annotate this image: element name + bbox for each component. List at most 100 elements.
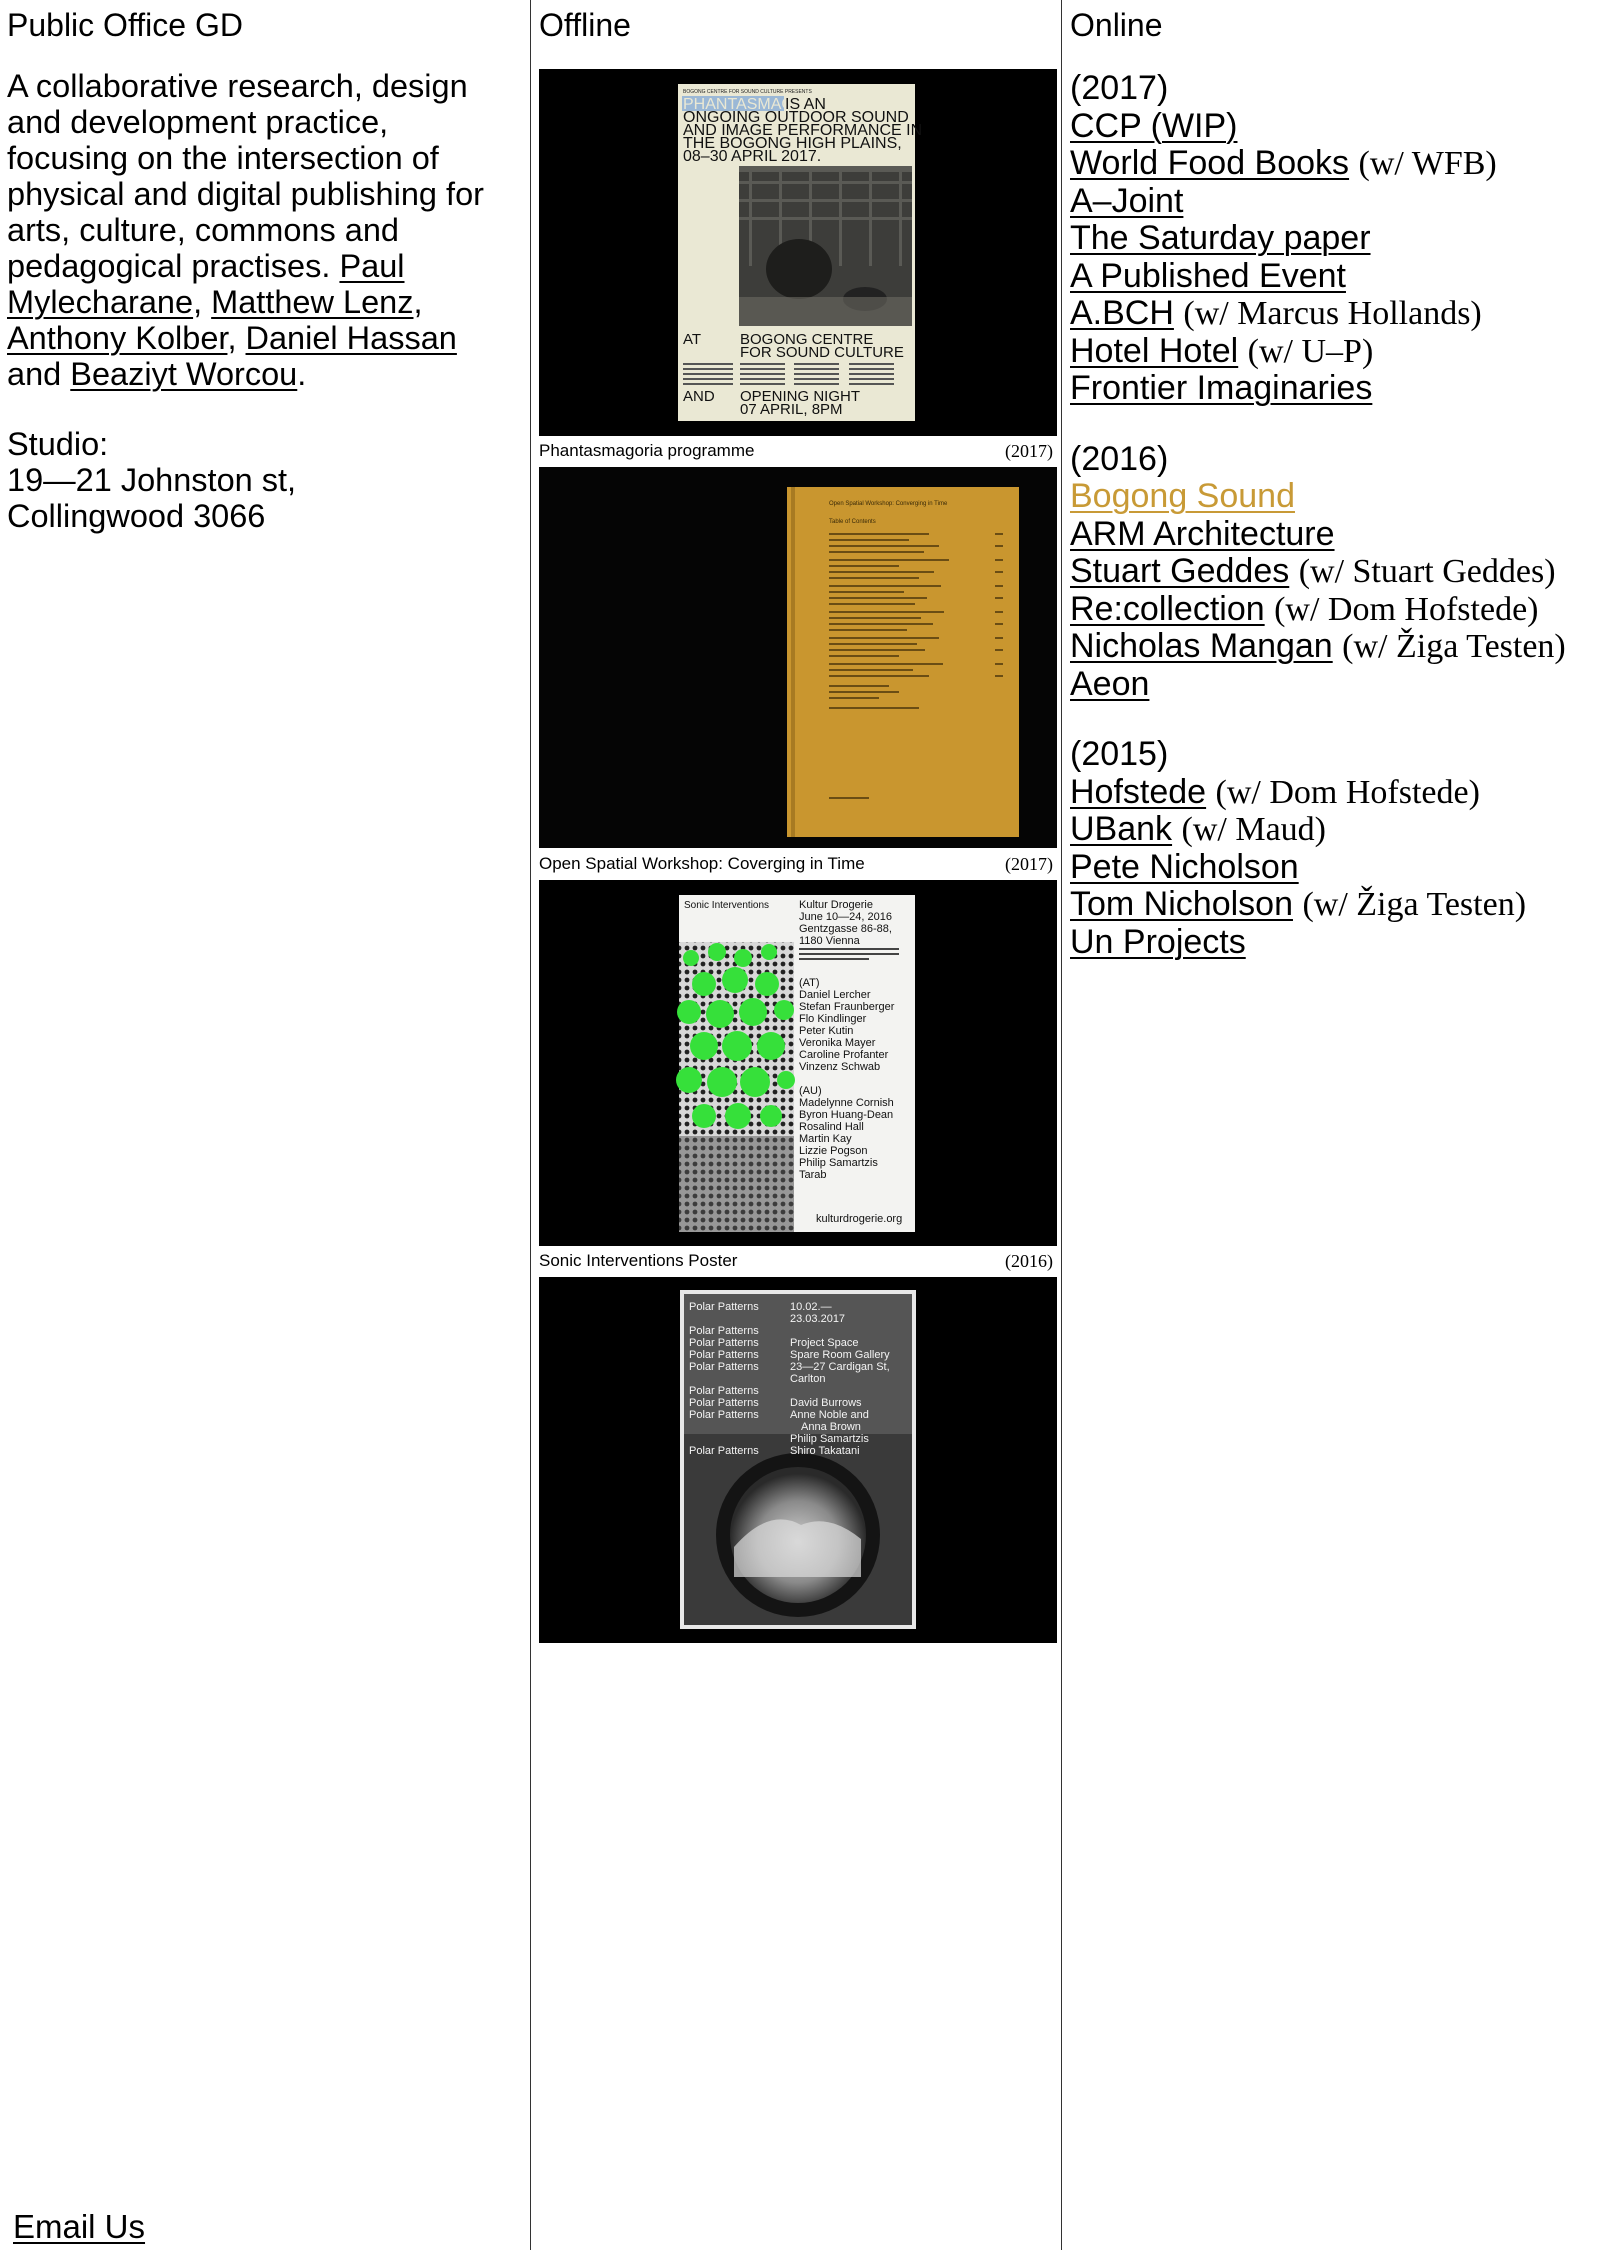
polar-title-1: Polar Patterns (689, 1301, 759, 1313)
book-toc: Table of Contents (829, 519, 876, 525)
period: . (297, 356, 307, 392)
list-item: World Food Books (w/ WFB) (1070, 144, 1600, 183)
list-item: Hotel Hotel (w/ U–P) (1070, 332, 1600, 371)
caption-title: Open Spatial Workshop: Coverging in Time (539, 854, 865, 873)
poster1-venue2: FOR SOUND CULTURE (740, 344, 904, 361)
project-link[interactable]: Stuart Geddes (1070, 552, 1289, 590)
sonic-venue: Kultur Drogerie (799, 899, 873, 911)
studio-suburb: Collingwood 3066 (7, 498, 266, 534)
project-link[interactable]: Re:collection (1070, 590, 1265, 628)
sonic-at-5: Caroline Profanter (799, 1049, 889, 1061)
collaborator-note: (w/ Dom Hofstede) (1274, 590, 1539, 628)
collaborator-note: (w/ Marcus Hollands) (1183, 295, 1482, 332)
collaborator-note: (w/ Dom Hofstede) (1215, 773, 1480, 811)
list-item: ARM Architecture (1070, 515, 1600, 554)
list-item: Nicholas Mangan (w/ Žiga Testen) (1070, 627, 1600, 666)
project-caption-phantasmagoria[interactable]: Phantasmagoria programme (2017) (539, 441, 1053, 461)
list-item: UBank (w/ Maud) (1070, 810, 1600, 849)
project-image-sonic-interventions[interactable]: Sonic Interventions Kultur Drogerie June… (539, 880, 1057, 1246)
person-link-daniel[interactable]: Daniel Hassan (246, 320, 457, 356)
and-word: and (7, 356, 62, 392)
online-column: Online (2017) CCP (WIP) World Food Books… (1061, 0, 1600, 2250)
poster1-small-top: BOGONG CENTRE FOR SOUND CULTURE PRESENTS (683, 89, 812, 95)
project-link[interactable]: Aeon (1070, 665, 1149, 703)
polar-patterns-poster: Polar Patterns Polar Patterns Polar Patt… (539, 1277, 1057, 1643)
polar-date1: 10.02.— (790, 1301, 832, 1313)
project-image-open-spatial[interactable]: Open Spatial Workshop: Converging in Tim… (539, 467, 1057, 848)
project-link[interactable]: A–Joint (1070, 182, 1183, 220)
list-item: Tom Nicholson (w/ Žiga Testen) (1070, 885, 1600, 924)
left-column: Public Office GD A collaborative researc… (0, 0, 530, 2250)
year-heading: (2015) (1070, 735, 1169, 773)
project-link[interactable]: World Food Books (1070, 144, 1349, 182)
sonic-au-0: Madelynne Cornish (799, 1097, 894, 1109)
poster1-at: AT (683, 331, 701, 348)
sonic-au-5: Philip Samartzis (799, 1157, 878, 1169)
collaborator-note: (w/ U–P) (1247, 332, 1374, 370)
site-title[interactable]: Public Office GD (7, 6, 243, 44)
offline-heading: Offline (539, 7, 631, 43)
project-link[interactable]: Hotel Hotel (1070, 332, 1238, 370)
sonic-left-title: Sonic Interventions (684, 900, 769, 911)
poster1-and: AND (683, 388, 715, 405)
sonic-at-6: Vinzenz Schwab (799, 1061, 880, 1073)
sonic-addr1: Gentzgasse 86-88, (799, 923, 892, 935)
sonic-au-label: (AU) (799, 1085, 822, 1097)
list-item: Aeon (1070, 665, 1600, 704)
polar-artist1: David Burrows (790, 1397, 862, 1409)
list-item: Un Projects (1070, 923, 1600, 962)
project-image-polar-patterns[interactable]: Polar Patterns Polar Patterns Polar Patt… (539, 1277, 1057, 1643)
list-item: CCP (WIP) (1070, 107, 1600, 146)
sonic-au-6: Tarab (799, 1169, 827, 1181)
list-item: The Saturday paper (1070, 219, 1600, 258)
comma: , (227, 320, 237, 356)
project-link[interactable]: Pete Nicholson (1070, 848, 1299, 886)
polar-venue3: 23—27 Cardigan St, (790, 1361, 890, 1373)
project-link[interactable]: A.BCH (1070, 294, 1174, 332)
project-link[interactable]: Nicholas Mangan (1070, 627, 1333, 665)
poster1-line5: 08–30 APRIL 2017. (683, 148, 821, 165)
sonic-at-1: Stefan Fraunberger (799, 1001, 895, 1013)
project-link[interactable]: Un Projects (1070, 923, 1246, 961)
list-item: Frontier Imaginaries (1070, 369, 1600, 408)
studio-address: Studio: 19—21 Johnston st, Collingwood 3… (7, 426, 296, 534)
collaborator-note: (w/ Maud) (1181, 811, 1326, 848)
polar-venue1: Project Space (790, 1337, 858, 1349)
project-link[interactable]: ARM Architecture (1070, 515, 1335, 553)
polar-title-7: Polar Patterns (689, 1397, 759, 1409)
project-caption-sonic-interventions[interactable]: Sonic Interventions Poster (2016) (539, 1251, 1053, 1271)
polar-title-2: Polar Patterns (689, 1325, 759, 1337)
polar-artist5: Shiro Takatani (790, 1445, 860, 1457)
comma: , (413, 284, 423, 320)
project-link[interactable]: Tom Nicholson (1070, 885, 1293, 923)
project-image-phantasmagoria[interactable]: BOGONG CENTRE FOR SOUND CULTURE PRESENTS… (539, 69, 1057, 436)
comma: , (193, 284, 203, 320)
open-spatial-book: Open Spatial Workshop: Converging in Tim… (539, 467, 1057, 848)
polar-title-8: Polar Patterns (689, 1409, 759, 1421)
project-link-active[interactable]: Bogong Sound (1070, 477, 1295, 515)
sonic-au-1: Byron Huang-Dean (799, 1109, 893, 1121)
sonic-au-3: Martin Kay (799, 1133, 852, 1145)
project-link[interactable]: CCP (WIP) (1070, 107, 1237, 145)
project-link[interactable]: The Saturday paper (1070, 219, 1371, 257)
book-title: Open Spatial Workshop: Converging in Tim… (829, 501, 948, 507)
year-group-2016: (2016) Bogong Sound ARM Architecture Stu… (1070, 440, 1600, 704)
project-link[interactable]: Hofstede (1070, 773, 1206, 811)
email-link[interactable]: Email Us (13, 2208, 145, 2246)
project-link[interactable]: A Published Event (1070, 257, 1346, 295)
online-project-list: (2017) CCP (WIP) World Food Books (w/ WF… (1070, 69, 1600, 994)
list-item: Re:collection (w/ Dom Hofstede) (1070, 590, 1600, 629)
about-text: A collaborative research, design and dev… (7, 68, 517, 392)
project-caption-open-spatial[interactable]: Open Spatial Workshop: Coverging in Time… (539, 854, 1053, 874)
studio-street: 19—21 Johnston st, (7, 462, 297, 498)
year-group-2017: (2017) CCP (WIP) World Food Books (w/ WF… (1070, 69, 1600, 408)
project-link[interactable]: UBank (1070, 810, 1172, 848)
person-link-anthony[interactable]: Anthony Kolber (7, 320, 227, 356)
sonic-at-2: Flo Kindlinger (799, 1013, 867, 1025)
sonic-at-label: (AT) (799, 977, 820, 989)
sonic-url: kulturdrogerie.org (816, 1213, 902, 1225)
studio-label: Studio: (7, 426, 109, 462)
person-link-matthew[interactable]: Matthew Lenz (211, 284, 413, 320)
person-link-beaziyt[interactable]: Beaziyt Worcou (70, 356, 297, 392)
project-link[interactable]: Frontier Imaginaries (1070, 369, 1372, 407)
